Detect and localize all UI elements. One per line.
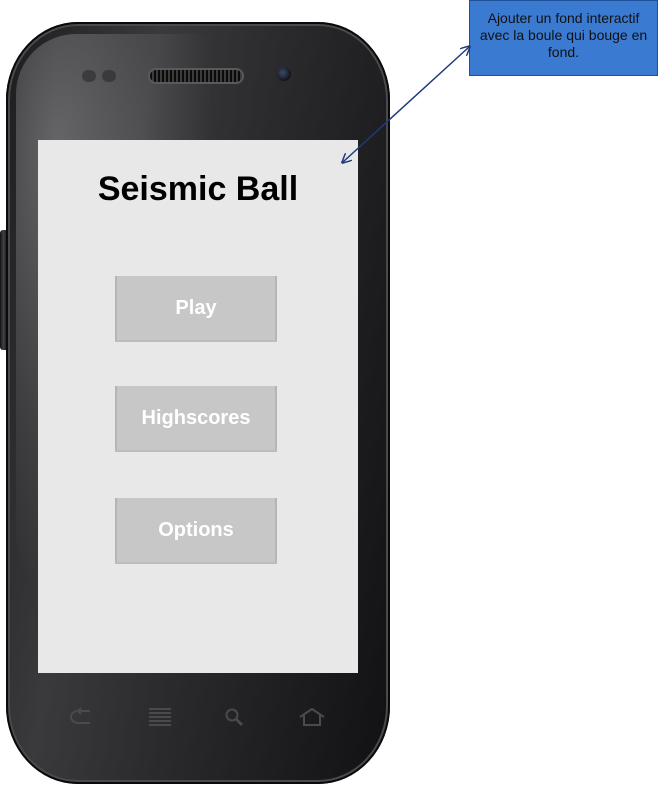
app-title: Seismic Ball [97, 170, 299, 208]
annotation-callout: Ajouter un fond interactif avec la boule… [469, 0, 658, 76]
phone-screen: Seismic Ball Play Highscores Options [38, 140, 358, 673]
home-icon[interactable] [292, 702, 332, 732]
options-button[interactable]: Options [115, 498, 277, 562]
back-icon[interactable] [62, 702, 102, 732]
highscores-button[interactable]: Highscores [115, 386, 277, 450]
front-camera-icon [277, 67, 291, 81]
sensor-icon [82, 70, 96, 82]
mockup-canvas: Seismic Ball Play Highscores Options Ajo… [0, 0, 666, 787]
volume-button [0, 230, 6, 350]
play-button[interactable]: Play [115, 276, 277, 340]
menu-icon[interactable] [140, 702, 180, 732]
search-icon[interactable] [214, 702, 254, 732]
earpiece-speaker [150, 70, 242, 82]
sensor-icon [102, 70, 116, 82]
